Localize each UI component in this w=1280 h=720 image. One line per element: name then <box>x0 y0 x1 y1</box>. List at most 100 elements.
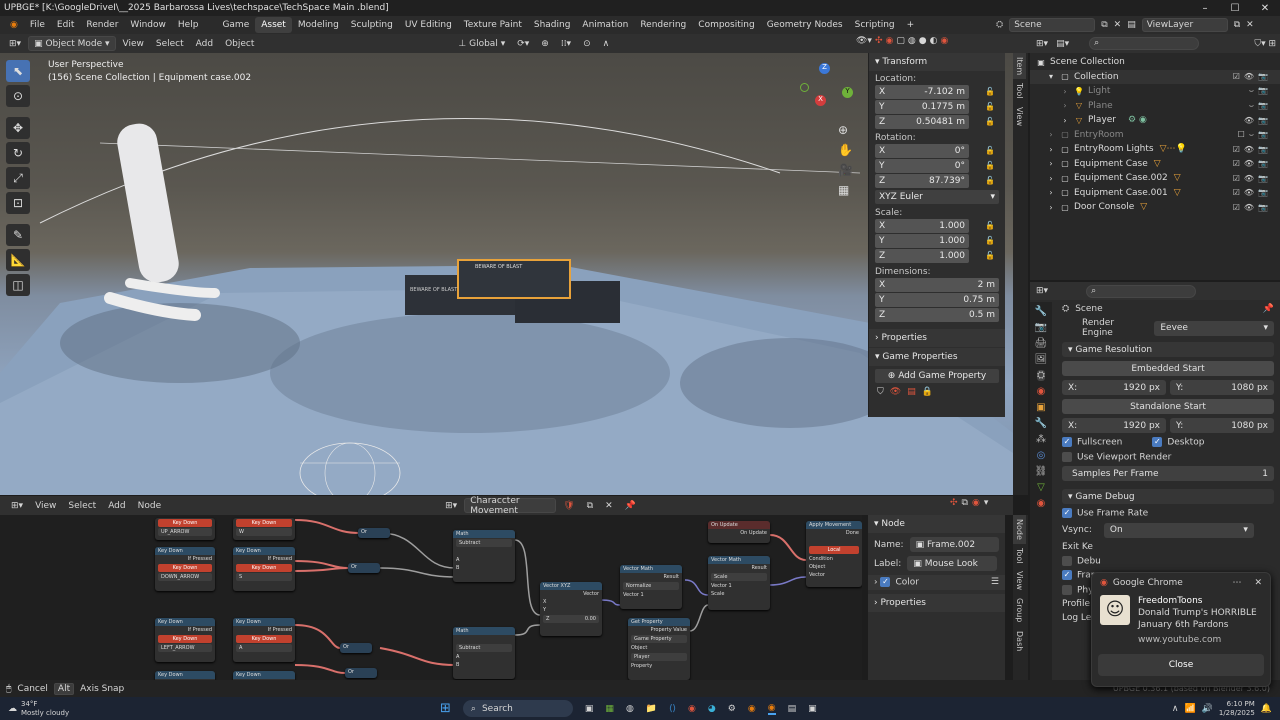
modifier-tab-icon[interactable]: 🔧 <box>1035 418 1047 429</box>
expand-arrow-icon[interactable]: › <box>1046 145 1056 154</box>
camera-icon[interactable]: 🎥 <box>838 163 853 177</box>
tool-tab-icon[interactable]: 🔧 <box>1035 306 1047 317</box>
view-layer-tab-icon[interactable]: 🖼 <box>1035 354 1048 365</box>
key-down-node-d[interactable]: Key Down <box>233 671 295 680</box>
fullscreen-checkbox[interactable]: ✓ Fullscreen <box>1062 437 1122 448</box>
widgets-icon[interactable]: ▦ <box>605 704 614 714</box>
node-sidebar-tab-group[interactable]: Group <box>1013 594 1026 626</box>
expand-arrow-icon[interactable]: ▾ <box>1046 72 1056 81</box>
transform-panel-header[interactable]: ▾ Transform <box>869 53 1005 71</box>
viewport-menu-object[interactable]: Object <box>220 36 259 51</box>
overlay-icon[interactable]: ⧉ <box>962 498 968 508</box>
location-z-field[interactable]: Z 0.50481 m <box>875 115 969 129</box>
duplicate-tree-icon[interactable]: ⧉ <box>582 498 598 513</box>
gizmo-x-axis[interactable]: X <box>815 95 826 106</box>
menu-edit[interactable]: Edit <box>51 16 80 34</box>
outliner-item-equipment-case-001[interactable]: › ▢ Equipment Case.001 ▽ ☑👁📷 <box>1030 186 1280 201</box>
samples-per-frame-field[interactable]: Samples Per Frame 1 <box>1062 466 1274 481</box>
edge-icon[interactable]: ◕ <box>708 704 716 714</box>
or-node-4[interactable]: Or <box>345 668 377 678</box>
overlay-dropdown-icon[interactable]: ▾ <box>984 498 989 508</box>
maximize-icon[interactable]: ☐ <box>1220 3 1250 14</box>
visibility-icon[interactable]: 👁▾ <box>856 36 872 46</box>
outliner-search-input[interactable]: ⌕ <box>1089 37 1200 50</box>
use-viewport-render-checkbox[interactable]: Use Viewport Render <box>1062 451 1274 462</box>
settings-icon[interactable]: ⚙ <box>728 704 736 714</box>
task-view-icon[interactable]: ▣ <box>585 704 594 714</box>
sidebar-tab-view[interactable]: View <box>1013 103 1026 130</box>
scale-x-field[interactable]: X 1.000 <box>875 219 969 233</box>
navigation-gizmo[interactable]: Z Y X <box>800 63 860 123</box>
file-explorer-icon[interactable]: 📁 <box>646 704 657 714</box>
debug-checkbox[interactable]: Debu <box>1062 555 1274 566</box>
scene-tab-icon[interactable]: ⛭ <box>1037 370 1045 381</box>
lock-icon[interactable]: 🔓 <box>985 236 995 245</box>
unlink-tree-icon[interactable]: ✕ <box>600 498 618 513</box>
dimensions-x-field[interactable]: X2 m <box>875 278 999 292</box>
3d-viewport[interactable]: BEWARE OF BLAST BEWARE OF BLAST User Per… <box>0 53 1013 495</box>
snap-icon[interactable]: ⊕ <box>536 36 554 51</box>
rotation-y-field[interactable]: Y 0° <box>875 159 969 173</box>
physics-tab-icon[interactable]: ◎ <box>1037 450 1046 461</box>
blender-icon[interactable]: ◉ <box>748 704 756 714</box>
on-update-node[interactable]: On Update On Update <box>708 521 770 543</box>
node-menu-view[interactable]: View <box>30 498 61 513</box>
github-icon[interactable]: ◍ <box>626 704 634 714</box>
rotate-tool-icon[interactable]: ↻ <box>6 142 30 164</box>
visibility-toggles[interactable]: 👁📷 <box>1244 116 1272 125</box>
node-menu-node[interactable]: Node <box>133 498 167 513</box>
node-editor-type-icon[interactable]: ⊞▾ <box>6 498 28 513</box>
outliner-item-collection[interactable]: ▾ ▢ Collection ☑👁📷 <box>1030 69 1280 84</box>
add-game-property-button[interactable]: ⊕ Add Game Property <box>875 369 999 383</box>
object-tab-icon[interactable]: ▣ <box>1036 402 1045 413</box>
pin-icon[interactable]: 📌 <box>620 498 641 513</box>
game-properties-panel-header[interactable]: ▾ Game Properties <box>869 348 1005 366</box>
or-node-1[interactable]: Or <box>358 528 390 538</box>
pin-icon[interactable]: 📌 <box>1263 304 1274 314</box>
constraints-tab-icon[interactable]: ⛓ <box>1035 466 1048 477</box>
cursor-tool-icon[interactable]: ⊙ <box>6 85 30 107</box>
embedded-res-y-field[interactable]: Y: 1080 px <box>1170 380 1274 395</box>
expand-arrow-icon[interactable]: › <box>1046 188 1056 197</box>
expand-arrow-icon[interactable]: › <box>1060 87 1070 96</box>
mode-selector[interactable]: ▣ Object Mode ▾ <box>28 36 116 51</box>
grid-perspective-icon[interactable]: ▦ <box>838 183 853 197</box>
tab-modeling[interactable]: Modeling <box>292 17 345 33</box>
lock-icon[interactable]: 🔓 <box>985 251 995 260</box>
outliner-item-light[interactable]: › 💡 Light ⌣📷 <box>1030 84 1280 99</box>
expand-arrow-icon[interactable]: › <box>1060 116 1070 125</box>
outliner-item-equipment-case-002[interactable]: › ▢ Equipment Case.002 ▽ ☑👁📷 <box>1030 171 1280 186</box>
vector-math-scale-node[interactable]: Vector Math Result Scale Vector 1 Scale <box>708 556 770 610</box>
snap-settings-icon[interactable]: ⁞⁞▾ <box>556 36 576 51</box>
display-mode-icon[interactable]: ▤▾ <box>1056 39 1069 49</box>
menu-file[interactable]: File <box>24 16 51 34</box>
pivot-icon[interactable]: ⟳▾ <box>512 36 534 51</box>
outliner-scene-collection[interactable]: ▣ Scene Collection <box>1030 55 1280 70</box>
node-sidebar-tab-node[interactable]: Node <box>1013 515 1026 544</box>
editor-type-icon[interactable]: ⊞▾ <box>4 36 26 51</box>
key-down-node-down[interactable]: Key Down If Pressed Key Down DOWN_ARROW <box>155 547 215 591</box>
use-frame-rate-checkbox[interactable]: ✓ Use Frame Rate <box>1062 508 1274 519</box>
standalone-start-button[interactable]: Standalone Start <box>1062 399 1274 414</box>
visibility-toggles[interactable]: ☑👁📷 <box>1233 72 1272 81</box>
notification-close-button[interactable]: Close <box>1098 654 1264 676</box>
gizmo-toggle-icon[interactable]: ✣ <box>875 36 883 46</box>
game-debug-panel-header[interactable]: ▾ Game Debug <box>1062 489 1274 504</box>
expand-arrow-icon[interactable]: › <box>1046 130 1056 139</box>
menu-render[interactable]: Render <box>80 16 124 34</box>
lock-icon[interactable]: 🔓 <box>985 146 995 155</box>
transform-tool-icon[interactable]: ⊡ <box>6 192 30 214</box>
new-viewlayer-icon[interactable]: ⧉ <box>1234 20 1240 30</box>
orientation-selector[interactable]: ⊥ Global ▾ <box>453 36 510 51</box>
gizmo-neg-y[interactable] <box>800 83 809 92</box>
scale-tool-icon[interactable]: ⤢ <box>6 167 30 189</box>
upbge-icon[interactable]: ◉ <box>767 703 776 715</box>
lock-icon[interactable]: 🔓 <box>985 221 995 230</box>
xray-icon[interactable]: ▢ <box>896 36 905 46</box>
close-icon[interactable]: ✕ <box>1250 3 1280 14</box>
key-down-node-w[interactable]: Key Down W <box>233 518 295 540</box>
rotation-x-field[interactable]: X 0° <box>875 144 969 158</box>
visibility-toggles[interactable]: ☐⌣📷 <box>1238 130 1272 140</box>
clock[interactable]: 6:10 PM 1/28/2025 <box>1219 700 1255 718</box>
expand-arrow-icon[interactable]: › <box>1060 101 1070 110</box>
